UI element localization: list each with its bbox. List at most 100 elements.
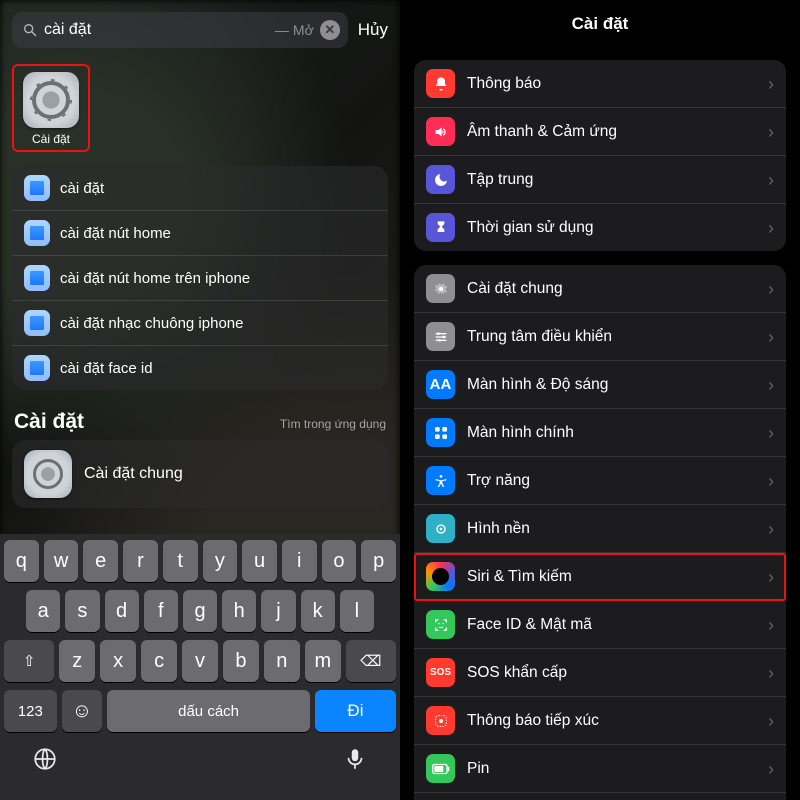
suggestion-row[interactable]: cài đặt face id — [12, 346, 388, 390]
chevron-right-icon: › — [768, 712, 774, 730]
suggestion-text: cài đặt nút home trên iphone — [60, 270, 250, 287]
safari-icon — [24, 310, 50, 336]
key-s[interactable]: s — [65, 590, 99, 632]
key-k[interactable]: k — [301, 590, 335, 632]
row-label: Siri & Tìm kiếm — [467, 568, 756, 586]
cancel-button[interactable]: Hủy — [358, 20, 388, 40]
suggestion-row[interactable]: cài đặt nút home trên iphone — [12, 256, 388, 301]
mic-icon[interactable] — [342, 746, 368, 772]
settings-row-moon[interactable]: Tập trung› — [414, 156, 786, 204]
suggestion-row[interactable]: cài đặt — [12, 166, 388, 211]
battery-icon — [426, 754, 455, 783]
safari-icon — [24, 355, 50, 381]
key-m[interactable]: m — [305, 640, 341, 682]
key-c[interactable]: c — [141, 640, 177, 682]
key-h[interactable]: h — [222, 590, 256, 632]
key-123[interactable]: 123 — [4, 690, 57, 732]
bell-icon — [426, 69, 455, 98]
row-label: Trợ năng — [467, 472, 756, 490]
key-l[interactable]: l — [340, 590, 374, 632]
suggestion-text: cài đặt nút home — [60, 225, 171, 242]
key-q[interactable]: q — [4, 540, 39, 582]
search-in-app-link[interactable]: Tìm trong ứng dụng — [280, 417, 386, 431]
section-title: Cài đặt — [14, 410, 84, 434]
key-f[interactable]: f — [144, 590, 178, 632]
chevron-right-icon: › — [768, 219, 774, 237]
key-a[interactable]: a — [26, 590, 60, 632]
key-o[interactable]: o — [322, 540, 357, 582]
key-space[interactable]: dấu cách — [107, 690, 310, 732]
row-label: Tập trung — [467, 171, 756, 189]
siri-icon — [426, 562, 455, 591]
row-label: Thông báo — [467, 75, 756, 93]
settings-app-icon — [24, 450, 72, 498]
suggestion-text: cài đặt — [60, 180, 104, 197]
row-label: Pin — [467, 760, 756, 778]
row-label: Âm thanh & Cảm ứng — [467, 123, 756, 141]
chevron-right-icon: › — [768, 424, 774, 442]
chevron-right-icon: › — [768, 376, 774, 394]
key-v[interactable]: v — [182, 640, 218, 682]
search-icon — [22, 22, 38, 38]
keyboard[interactable]: qwertyuiop asdfghjkl ⇧zxcvbnm⌫ 123 ☺ dấu… — [0, 534, 400, 800]
settings-row-bell[interactable]: Thông báo› — [414, 60, 786, 108]
settings-row-sliders[interactable]: Trung tâm điều khiển› — [414, 313, 786, 361]
top-hit-label: Cài đặt — [32, 132, 70, 146]
settings-row-privacy[interactable]: Quyền riêng tư› — [414, 793, 786, 800]
suggestion-row[interactable]: cài đặt nút home — [12, 211, 388, 256]
settings-row-speaker[interactable]: Âm thanh & Cảm ứng › — [414, 108, 786, 156]
settings-row-accessibility[interactable]: Trợ năng› — [414, 457, 786, 505]
search-query-text: cài đặt — [44, 21, 271, 39]
search-field[interactable]: cài đặt — Mở ✕ — [12, 12, 348, 48]
settings-row-siri[interactable]: Siri & Tìm kiếm› — [414, 553, 786, 601]
key-g[interactable]: g — [183, 590, 217, 632]
key-emoji[interactable]: ☺ — [62, 690, 103, 732]
key-b[interactable]: b — [223, 640, 259, 682]
key-e[interactable]: e — [83, 540, 118, 582]
top-hit-result[interactable]: Cài đặt — [12, 64, 90, 152]
clear-search-icon[interactable]: ✕ — [320, 20, 340, 40]
row-label: Hình nền — [467, 520, 756, 538]
key-go[interactable]: Đi — [315, 690, 396, 732]
key-y[interactable]: y — [203, 540, 238, 582]
chevron-right-icon: › — [768, 123, 774, 141]
key-x[interactable]: x — [100, 640, 136, 682]
chevron-right-icon: › — [768, 616, 774, 634]
key-r[interactable]: r — [123, 540, 158, 582]
suggestion-text: cài đặt nhạc chuông iphone — [60, 315, 243, 332]
settings-row-sos[interactable]: SOSSOS khẩn cấp› — [414, 649, 786, 697]
chevron-right-icon: › — [768, 280, 774, 298]
key-shift[interactable]: ⇧ — [4, 640, 54, 682]
settings-group-1: Thông báo›Âm thanh & Cảm ứng›Tập trung›T… — [414, 60, 786, 251]
hourglass-icon — [426, 213, 455, 242]
key-w[interactable]: w — [44, 540, 79, 582]
key-p[interactable]: p — [361, 540, 396, 582]
suggestion-row[interactable]: cài đặt nhạc chuông iphone — [12, 301, 388, 346]
settings-row-gear[interactable]: Cài đặt chung › — [414, 265, 786, 313]
settings-row-battery[interactable]: Pin › — [414, 745, 786, 793]
key-backspace[interactable]: ⌫ — [346, 640, 396, 682]
row-label: Cài đặt chung — [467, 280, 756, 298]
settings-group-2: Cài đặt chung›Trung tâm điều khiển›AAMàn… — [414, 265, 786, 800]
key-n[interactable]: n — [264, 640, 300, 682]
key-j[interactable]: j — [261, 590, 295, 632]
key-z[interactable]: z — [59, 640, 95, 682]
chevron-right-icon: › — [768, 760, 774, 778]
settings-row-hourglass[interactable]: Thời gian sử dụng› — [414, 204, 786, 251]
key-t[interactable]: t — [163, 540, 198, 582]
row-label: Face ID & Mật mã — [467, 616, 756, 634]
key-i[interactable]: i — [282, 540, 317, 582]
deep-result[interactable]: Cài đặt chung — [12, 440, 388, 508]
globe-icon[interactable] — [32, 746, 58, 772]
settings-row-grid[interactable]: Màn hình chính› — [414, 409, 786, 457]
sos-icon: SOS — [426, 658, 455, 687]
key-d[interactable]: d — [105, 590, 139, 632]
wallpaper-icon — [426, 514, 455, 543]
settings-row-text-size[interactable]: AAMàn hình & Độ sáng› — [414, 361, 786, 409]
sliders-icon — [426, 322, 455, 351]
settings-row-faceid[interactable]: Face ID & Mật mã › — [414, 601, 786, 649]
settings-row-exposure[interactable]: Thông báo tiếp xúc› — [414, 697, 786, 745]
settings-row-wallpaper[interactable]: Hình nền› — [414, 505, 786, 553]
key-u[interactable]: u — [242, 540, 277, 582]
text-size-icon: AA — [426, 370, 455, 399]
